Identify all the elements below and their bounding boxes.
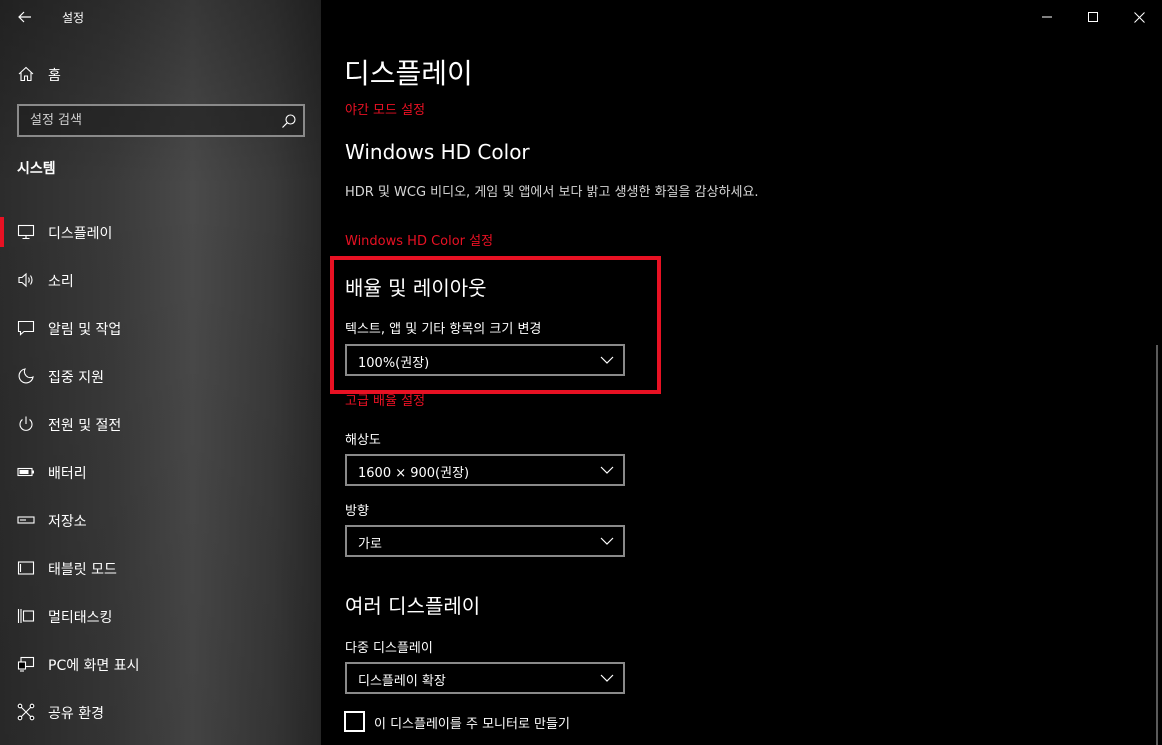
share-icon xyxy=(17,703,35,721)
sidebar-item-battery[interactable]: 배터리 xyxy=(0,448,321,496)
scale-layout-heading: 배율 및 레이아웃 xyxy=(345,276,487,300)
search-input[interactable] xyxy=(19,106,303,135)
scale-dropdown[interactable]: 100%(권장) xyxy=(345,344,625,376)
resolution-dropdown-value: 1600 × 900(권장) xyxy=(358,466,470,481)
main-display-checkbox-label: 이 디스플레이를 주 모니터로 만들기 xyxy=(374,717,570,732)
sidebar-item-project[interactable]: PC에 화면 표시 xyxy=(0,640,321,688)
back-arrow-icon xyxy=(18,11,31,23)
sidebar-item-label: 집중 지원 xyxy=(48,370,104,386)
close-icon xyxy=(1133,11,1145,23)
battery-icon xyxy=(17,467,34,477)
sidebar: 설정 홈 시스템 디스플레이 소리 xyxy=(0,0,321,745)
sidebar-item-label: 전원 및 절전 xyxy=(48,418,122,434)
page-title: 디스플레이 xyxy=(344,57,473,90)
sidebar-item-home[interactable]: 홈 xyxy=(0,58,321,90)
search-icon[interactable] xyxy=(281,113,297,129)
multiple-displays-dropdown[interactable]: 디스플레이 확장 xyxy=(345,662,625,694)
multitasking-icon xyxy=(17,609,35,623)
chevron-down-icon xyxy=(600,356,614,364)
sidebar-item-label: PC에 화면 표시 xyxy=(48,658,140,674)
sidebar-nav: 디스플레이 소리 알림 및 작업 집중 지원 전원 및 절전 배터리 저장소 태… xyxy=(0,208,321,736)
chevron-down-icon xyxy=(600,466,614,474)
titlebar: 설정 xyxy=(0,0,321,34)
power-icon xyxy=(19,416,33,431)
sidebar-item-label: 소리 xyxy=(48,274,74,290)
scale-label: 텍스트, 앱 및 기타 항목의 크기 변경 xyxy=(345,322,542,337)
advanced-scaling-link[interactable]: 고급 배율 설정 xyxy=(345,390,425,409)
orientation-dropdown[interactable]: 가로 xyxy=(345,525,625,557)
main-display-checkbox[interactable] xyxy=(344,711,365,732)
sidebar-item-label: 디스플레이 xyxy=(48,226,113,242)
night-light-settings-link[interactable]: 야간 모드 설정 xyxy=(345,99,425,118)
speaker-icon xyxy=(18,272,33,288)
resolution-dropdown[interactable]: 1600 × 900(권장) xyxy=(345,454,625,486)
sidebar-item-shared-experiences[interactable]: 공유 환경 xyxy=(0,688,321,736)
monitor-icon xyxy=(17,224,35,240)
sidebar-item-power[interactable]: 전원 및 절전 xyxy=(0,400,321,448)
storage-icon xyxy=(17,516,35,524)
hdr-settings-link[interactable]: Windows HD Color 설정 xyxy=(345,230,493,249)
window-controls xyxy=(1024,0,1162,34)
multiple-displays-heading: 여러 디스플레이 xyxy=(345,594,481,618)
scale-dropdown-value: 100%(권장) xyxy=(358,356,430,371)
notification-icon xyxy=(17,320,35,336)
sidebar-item-label: 태블릿 모드 xyxy=(48,562,117,578)
section-heading: 시스템 xyxy=(17,161,56,177)
sidebar-item-label: 공유 환경 xyxy=(48,706,104,722)
sidebar-item-focus-assist[interactable]: 집중 지원 xyxy=(0,352,321,400)
maximize-button[interactable] xyxy=(1070,0,1116,34)
orientation-label: 방향 xyxy=(345,504,369,519)
search-box[interactable] xyxy=(17,104,305,137)
chevron-down-icon xyxy=(600,537,614,545)
sidebar-item-label: 배터리 xyxy=(48,466,87,482)
app-title: 설정 xyxy=(62,11,85,25)
sidebar-item-tablet-mode[interactable]: 태블릿 모드 xyxy=(0,544,321,592)
sidebar-item-sound[interactable]: 소리 xyxy=(0,256,321,304)
maximize-icon xyxy=(1088,12,1098,22)
main-content: 디스플레이 야간 모드 설정 Windows HD Color HDR 및 WC… xyxy=(321,0,1162,745)
sidebar-item-label: 멀티태스킹 xyxy=(48,610,113,626)
sidebar-item-label: 홈 xyxy=(48,68,61,84)
moon-icon xyxy=(18,368,34,384)
sidebar-item-label: 저장소 xyxy=(48,514,87,530)
hdr-heading: Windows HD Color xyxy=(345,140,530,164)
home-icon xyxy=(18,66,34,82)
scrollbar[interactable] xyxy=(1156,345,1158,745)
minimize-icon xyxy=(1042,16,1052,18)
sidebar-item-display[interactable]: 디스플레이 xyxy=(0,208,321,256)
project-icon xyxy=(17,656,35,672)
orientation-dropdown-value: 가로 xyxy=(358,537,382,552)
minimize-button[interactable] xyxy=(1024,0,1070,34)
hdr-description: HDR 및 WCG 비디오, 게임 및 앱에서 보다 밝고 생생한 화질을 감상… xyxy=(345,185,759,200)
sidebar-item-multitasking[interactable]: 멀티태스킹 xyxy=(0,592,321,640)
resolution-label: 해상도 xyxy=(345,433,381,448)
sidebar-item-storage[interactable]: 저장소 xyxy=(0,496,321,544)
back-button[interactable] xyxy=(10,4,40,30)
tablet-icon xyxy=(17,561,35,575)
sidebar-item-notifications[interactable]: 알림 및 작업 xyxy=(0,304,321,352)
chevron-down-icon xyxy=(600,674,614,682)
close-button[interactable] xyxy=(1116,0,1162,34)
sidebar-item-label: 알림 및 작업 xyxy=(48,322,122,338)
multiple-displays-dropdown-value: 디스플레이 확장 xyxy=(358,674,446,689)
multiple-displays-label: 다중 디스플레이 xyxy=(345,641,433,656)
